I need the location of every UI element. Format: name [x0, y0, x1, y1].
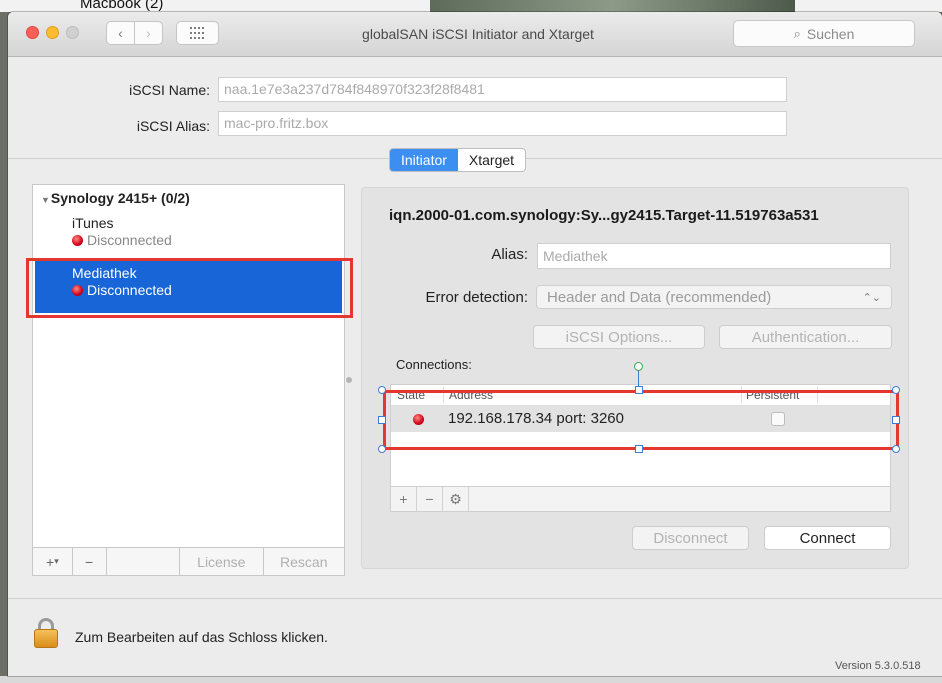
toolbar-spacer: [107, 548, 181, 575]
resize-handle[interactable]: [635, 386, 643, 394]
chevron-down-icon: ▾: [54, 556, 59, 566]
chevron-right-icon: ›: [146, 25, 151, 41]
status-text: Disconnected: [87, 232, 172, 248]
backdrop-label: Macbook (2): [80, 0, 164, 12]
table-row[interactable]: 192.168.178.34 port: 3260: [391, 406, 890, 432]
resize-handle[interactable]: [892, 416, 900, 424]
target-iqn: iqn.2000-01.com.synology:Sy...gy2415.Tar…: [389, 207, 819, 224]
tree-item-mediathek[interactable]: Mediathek Disconnected: [35, 261, 342, 313]
close-button[interactable]: [26, 26, 39, 39]
connections-toolbar: + − ⚙: [390, 486, 891, 512]
search-input[interactable]: ⌕ Suchen: [733, 20, 915, 47]
tree-item-itunes[interactable]: iTunes Disconnected: [72, 215, 172, 248]
title-bar: ‹ › globalSAN iSCSI Initiator and Xtarge…: [8, 12, 942, 57]
mode-tabs: Initiator Xtarget: [389, 148, 527, 172]
tab-initiator[interactable]: Initiator: [390, 149, 458, 171]
disclosure-triangle-icon[interactable]: ▼: [41, 195, 50, 205]
error-detection-select[interactable]: Header and Data (recommended) ⌃⌄: [536, 285, 892, 309]
resize-handle[interactable]: [892, 386, 900, 394]
remove-target-button[interactable]: −: [73, 548, 107, 575]
connect-button[interactable]: Connect: [764, 526, 891, 550]
version-label: Version 5.3.0.518: [835, 660, 921, 672]
tree-group-label: Synology 2415+ (0/2): [50, 190, 190, 206]
error-detection-label: Error detection:: [425, 289, 528, 306]
alias-label: Alias:: [491, 246, 528, 263]
column-divider: [443, 387, 444, 403]
status-line: Disconnected: [72, 232, 172, 248]
column-state[interactable]: State: [397, 388, 425, 402]
authentication-button[interactable]: Authentication...: [719, 325, 892, 349]
show-all-button[interactable]: [176, 21, 219, 45]
alias-input[interactable]: Mediathek: [537, 243, 891, 269]
disconnect-button[interactable]: Disconnect: [632, 526, 749, 550]
resize-handle[interactable]: [378, 416, 386, 424]
add-target-button[interactable]: + ▾: [33, 548, 73, 575]
error-detection-value: Header and Data (recommended): [547, 288, 772, 306]
connections-label: Connections:: [396, 357, 472, 372]
lock-hint: Zum Bearbeiten auf das Schloss klicken.: [75, 629, 328, 645]
tree-item-label: iTunes: [72, 215, 114, 231]
license-button[interactable]: License: [180, 548, 264, 575]
resize-handle[interactable]: [378, 445, 386, 453]
status-disconnected-icon: [72, 234, 83, 246]
up-down-chevron-icon: ⌃⌄: [862, 291, 881, 304]
chevron-left-icon: ‹: [118, 25, 123, 41]
iscsi-name-field[interactable]: naa.1e7e3a237d784f848970f323f28f8481: [218, 77, 787, 102]
target-detail-panel: iqn.2000-01.com.synology:Sy...gy2415.Tar…: [361, 187, 909, 569]
footer-divider: [8, 598, 942, 599]
persistent-checkbox[interactable]: [771, 412, 785, 426]
remove-connection-button[interactable]: −: [417, 487, 443, 511]
app-window: ‹ › globalSAN iSCSI Initiator and Xtarge…: [8, 12, 942, 676]
iscsi-options-button[interactable]: iSCSI Options...: [533, 325, 705, 349]
iscsi-alias-label: iSCSI Alias:: [136, 118, 210, 134]
gear-icon[interactable]: ⚙: [443, 487, 469, 511]
zoom-button[interactable]: [66, 26, 79, 39]
connection-address: 192.168.178.34 port: 3260: [448, 410, 624, 427]
status-disconnected-icon: [72, 284, 83, 296]
tree-item-label: Mediathek: [72, 265, 137, 281]
add-connection-button[interactable]: +: [391, 487, 417, 511]
column-persistent[interactable]: Persistent: [746, 388, 799, 402]
back-button[interactable]: ‹: [106, 21, 135, 45]
column-divider: [741, 387, 742, 403]
split-view-handle[interactable]: [346, 377, 352, 383]
target-list-toolbar: + ▾ − License Rescan: [32, 547, 345, 576]
window-title: globalSAN iSCSI Initiator and Xtarget: [362, 26, 594, 42]
lock-body: [34, 629, 58, 648]
resize-handle[interactable]: [635, 445, 643, 453]
backdrop-image: [430, 0, 795, 12]
status-line: Disconnected: [72, 282, 172, 298]
resize-handle[interactable]: [378, 386, 386, 394]
desktop-backdrop-bottom: [0, 676, 942, 683]
column-address[interactable]: Address: [449, 388, 493, 402]
grid-icon: [189, 27, 204, 39]
tree-group-synology[interactable]: ▼Synology 2415+ (0/2): [41, 190, 190, 206]
minimize-button[interactable]: [46, 26, 59, 39]
status-text: Disconnected: [87, 282, 172, 298]
lock-icon[interactable]: [34, 618, 58, 648]
search-icon: ⌕: [793, 25, 801, 41]
iscsi-alias-field[interactable]: mac-pro.fritz.box: [218, 111, 787, 136]
iscsi-name-label: iSCSI Name:: [129, 82, 210, 98]
tab-xtarget[interactable]: Xtarget: [458, 149, 525, 171]
tree-item-content: Mediathek Disconnected: [72, 265, 172, 298]
connection-state-icon: [413, 414, 424, 425]
resize-handle[interactable]: [892, 445, 900, 453]
rescan-button[interactable]: Rescan: [264, 548, 344, 575]
forward-button[interactable]: ›: [134, 21, 163, 45]
rotation-handle[interactable]: [634, 362, 643, 371]
column-divider: [817, 387, 818, 403]
search-placeholder: Suchen: [806, 25, 855, 42]
target-list: ▼Synology 2415+ (0/2) iTunes Disconnecte…: [32, 184, 345, 548]
